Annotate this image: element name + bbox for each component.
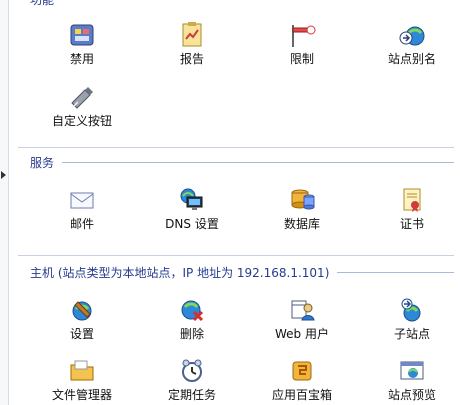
section-title-features: 功能 <box>30 0 54 8</box>
settings-button[interactable]: 设置 <box>38 295 126 341</box>
file-manager-label: 文件管理器 <box>51 388 112 402</box>
dns-settings-label: DNS 设置 <box>165 217 219 231</box>
section-title-host: 主机 (站点类型为本地站点，IP 地址为 192.168.1.101) <box>30 265 330 280</box>
scheduled-tasks-button[interactable]: 定期任务 <box>148 356 236 402</box>
report-label: 报告 <box>179 52 204 66</box>
database-icon <box>291 189 315 210</box>
section-separator <box>18 255 454 256</box>
main-content: 功能 禁用 报告 限制 <box>18 0 454 405</box>
report-icon <box>182 22 202 47</box>
dns-settings-button[interactable]: DNS 设置 <box>148 185 236 231</box>
file-manager-button[interactable]: 文件管理器 <box>38 356 126 402</box>
dns-settings-icon <box>180 188 203 210</box>
report-button[interactable]: 报告 <box>148 20 236 66</box>
subsite-label: 子站点 <box>393 327 430 341</box>
web-user-label: Web 用户 <box>275 327 329 341</box>
file-manager-icon <box>70 360 94 381</box>
limit-icon <box>292 25 316 47</box>
limit-label: 限制 <box>289 52 314 66</box>
mail-label: 邮件 <box>69 217 94 231</box>
left-collapse-rail[interactable] <box>0 0 9 405</box>
site-preview-icon <box>400 361 424 380</box>
site-alias-icon <box>399 26 425 46</box>
disable-icon <box>70 24 94 46</box>
scheduled-tasks-icon <box>182 359 202 382</box>
site-alias-label: 站点别名 <box>387 52 436 66</box>
database-button[interactable]: 数据库 <box>258 185 346 231</box>
certificate-label: 证书 <box>399 217 424 231</box>
certificate-icon <box>403 188 421 212</box>
custom-buttons-icon <box>71 87 93 109</box>
settings-icon <box>72 301 92 321</box>
section-header-host: 主机 (站点类型为本地站点，IP 地址为 192.168.1.101) <box>30 264 454 280</box>
settings-label: 设置 <box>69 327 94 341</box>
limit-button[interactable]: 限制 <box>258 20 346 66</box>
site-preview-label: 站点预览 <box>387 388 436 402</box>
certificate-button[interactable]: 证书 <box>368 185 454 231</box>
database-label: 数据库 <box>283 217 320 231</box>
disable-button[interactable]: 禁用 <box>38 20 126 66</box>
section-title-services: 服务 <box>30 155 55 170</box>
delete-icon <box>181 300 204 322</box>
subsite-icon <box>401 298 421 322</box>
custom-buttons-label: 自定义按钮 <box>51 114 112 128</box>
site-preview-button[interactable]: 站点预览 <box>368 356 454 402</box>
custom-buttons-button[interactable]: 自定义按钮 <box>38 82 126 128</box>
mail-icon <box>70 192 94 209</box>
site-alias-button[interactable]: 站点别名 <box>368 20 454 66</box>
web-user-icon <box>291 300 315 321</box>
disable-label: 禁用 <box>69 52 94 66</box>
section-divider <box>337 271 454 273</box>
delete-label: 删除 <box>179 327 204 341</box>
delete-button[interactable]: 删除 <box>148 295 236 341</box>
collapse-arrow-icon[interactable] <box>1 171 6 179</box>
section-header-features: 功能 <box>30 0 454 7</box>
subsite-button[interactable]: 子站点 <box>368 295 454 341</box>
app-vault-button[interactable]: 应用百宝箱 <box>258 356 346 402</box>
scheduled-tasks-label: 定期任务 <box>167 388 216 402</box>
section-separator <box>18 147 454 148</box>
section-header-services: 服务 <box>30 154 454 170</box>
app-vault-label: 应用百宝箱 <box>271 388 332 402</box>
section-divider <box>62 161 454 163</box>
app-vault-icon <box>292 361 312 381</box>
web-user-button[interactable]: Web 用户 <box>258 295 346 341</box>
mail-button[interactable]: 邮件 <box>38 185 126 231</box>
